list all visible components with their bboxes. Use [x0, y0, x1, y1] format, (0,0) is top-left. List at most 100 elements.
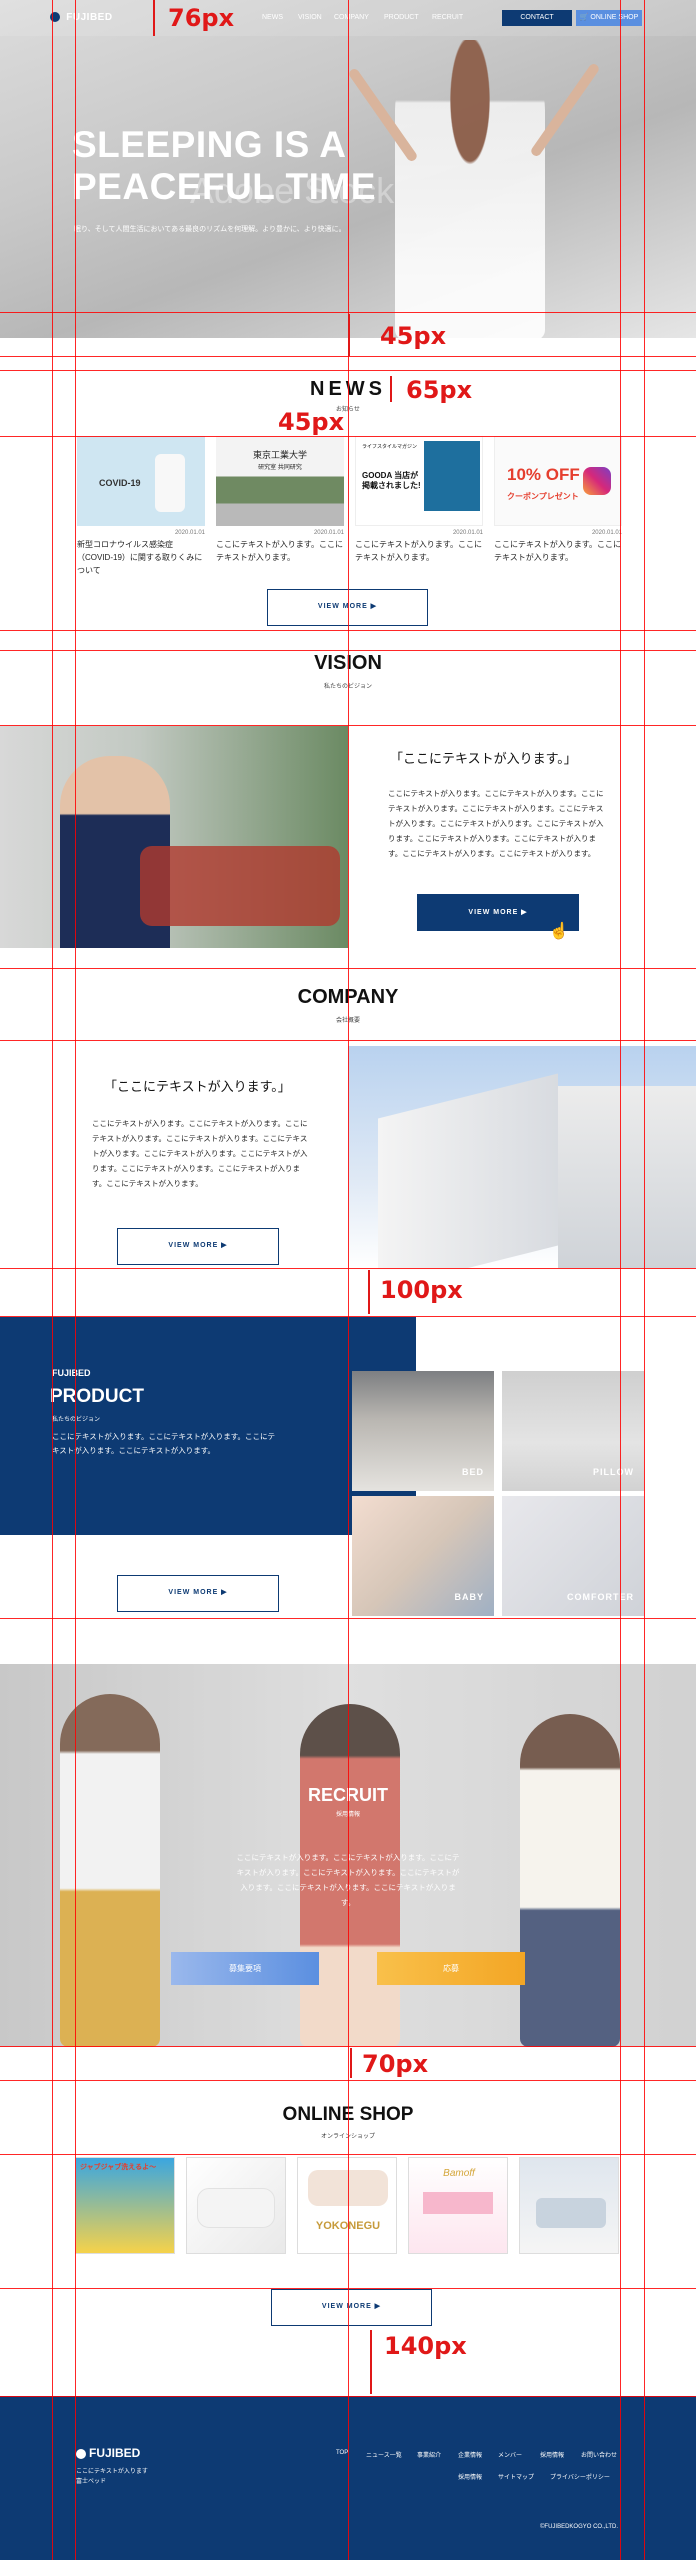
shop-subtitle: オンラインショップ — [320, 2134, 375, 2140]
measure-arrow — [153, 0, 155, 36]
product-view-more-button[interactable]: VIEW MORE ▶ — [117, 1575, 279, 1612]
recruit-apply-button[interactable]: 応募 — [377, 1952, 525, 1985]
company-subtitle: 会社概要 — [335, 1018, 360, 1024]
footer-link-business[interactable]: 事業紹介 — [417, 2450, 441, 2459]
news-card[interactable]: COVID-19 2020.01.01 新型コロナウイルス感染症（COVID-1… — [77, 436, 205, 577]
news-card[interactable]: ライフスタイルマガジン GOODA 当店が掲載されました! 2020.01.01… — [355, 436, 483, 564]
hero-section: Adobe Stock FUJIBED NEWS VISION COMPANY … — [0, 0, 696, 338]
footer-link-top[interactable]: TOP — [336, 2450, 348, 2456]
footer-logo[interactable]: FUJIBED — [76, 2446, 140, 2460]
footer-copyright: ©FUJIBEDKOGYO CO.,LTD. — [540, 2524, 618, 2530]
tile-label: PILLOW — [593, 1467, 634, 1477]
measure-label-65: 65px — [406, 376, 473, 404]
header-logo[interactable]: FUJIBED — [50, 12, 113, 23]
recruit-requirements-button[interactable]: 募集要項 — [171, 1952, 319, 1985]
sanitizer-bottle-image — [155, 454, 185, 512]
news-image: 10% OFF クーポンプレゼント — [494, 436, 622, 526]
shop-item[interactable]: Bamoff — [408, 2157, 508, 2254]
news-card[interactable]: 東京工業大学 研究室 共同研究 2020.01.01 ここにテキストが入ります。… — [216, 436, 344, 564]
footer-link-news[interactable]: ニュース一覧 — [366, 2450, 402, 2459]
news-view-more-button[interactable]: VIEW MORE ▶ — [267, 589, 428, 626]
guide-line-horizontal — [0, 2154, 696, 2155]
measure-label-140: 140px — [384, 2332, 467, 2360]
product-tile-bed[interactable]: BED — [352, 1371, 494, 1491]
measure-label-76: 76px — [168, 4, 235, 32]
footer-link-members[interactable]: メンバー — [498, 2450, 522, 2459]
shop-item[interactable] — [519, 2157, 619, 2254]
footer-tagline: ここにテキストが入ります — [76, 2469, 148, 2475]
measure-arrow — [390, 376, 392, 402]
product-tile-comforter[interactable]: COMFORTER — [502, 1496, 644, 1616]
news-card[interactable]: 10% OFF クーポンプレゼント 2020.01.01 ここにテキストが入りま… — [494, 436, 622, 564]
nav-recruit[interactable]: RECRUIT — [432, 14, 463, 21]
hero-title-line1: SLEEPING IS A — [72, 124, 347, 165]
recruit-title: RECRUIT — [308, 1785, 388, 1805]
contact-button[interactable]: CONTACT — [502, 10, 572, 26]
company-building-photo — [348, 1046, 696, 1268]
news-image-subcaption: クーポンプレゼント — [507, 492, 579, 501]
logo-mark-icon — [50, 12, 60, 23]
footer-link-recruit[interactable]: 採用情報 — [540, 2450, 564, 2459]
hero-title: SLEEPING IS A PEACEFUL TIME — [72, 124, 376, 208]
news-image-caption: ライフスタイルマガジン — [362, 444, 418, 450]
vision-quote: 「ここにテキストが入ります。」 — [390, 751, 577, 766]
nav-news[interactable]: NEWS — [262, 14, 283, 21]
footer-link-recruit-2[interactable]: 採用情報 — [458, 2472, 482, 2481]
footer-logo-mark-icon — [76, 2448, 86, 2459]
recruit-subtitle: 採用情報 — [335, 1812, 360, 1818]
news-date: 2020.01.01 — [591, 530, 622, 536]
guide-line-horizontal — [0, 356, 696, 357]
sofa-image — [140, 846, 340, 926]
nav-product[interactable]: PRODUCT — [384, 14, 419, 21]
footer-logo-text: FUJIBED — [89, 2446, 141, 2460]
shop-item[interactable] — [186, 2157, 286, 2254]
news-text: ここにテキストが入ります。ここにテキストが入ります。 — [494, 540, 621, 562]
news-image: 東京工業大学 研究室 共同研究 — [216, 436, 344, 526]
guide-line-horizontal — [0, 968, 696, 969]
measure-label-100: 100px — [380, 1276, 463, 1304]
product-logo: FUJIBED — [52, 1368, 91, 1378]
shop-view-more-button[interactable]: VIEW MORE ▶ — [271, 2289, 432, 2326]
tile-label: BABY — [454, 1592, 484, 1602]
news-text: 新型コロナウイルス感染症（COVID-19）に関する取りくみについて — [77, 540, 203, 575]
shop-item-caption: YOKONEGU — [315, 2220, 381, 2232]
shop-title: ONLINE SHOP — [282, 2104, 414, 2125]
recruit-section: RECRUIT 採用情報 ここにテキストが入ります。ここにテキストが入ります。こ… — [0, 1664, 696, 2047]
nav-vision[interactable]: VISION — [298, 14, 322, 21]
guide-line-horizontal — [0, 650, 696, 651]
company-view-more-button[interactable]: VIEW MORE ▶ — [117, 1228, 279, 1265]
news-title: NEWS — [310, 378, 386, 400]
vision-title: VISION — [314, 652, 382, 674]
news-image-caption: COVID-19 — [99, 478, 141, 488]
shop-item[interactable]: YOKONEGU — [297, 2157, 397, 2254]
news-text: ここにテキストが入ります。ここにテキストが入ります。 — [355, 540, 482, 562]
product-tile-baby[interactable]: BABY — [352, 1496, 494, 1616]
footer-link-sitemap[interactable]: サイトマップ — [498, 2472, 534, 2481]
vision-body: ここにテキストが入ります。ここにテキストが入ります。ここにテキストが入ります。こ… — [388, 789, 604, 858]
product-body: ここにテキストが入ります。ここにテキストが入ります。ここにテキストが入ります。こ… — [52, 1432, 276, 1455]
footer-tagline-2: 富士ベッド — [76, 2479, 107, 2485]
shop-item[interactable]: ジャブジャブ洗えるよ～ — [75, 2157, 175, 2254]
news-date: 2020.01.01 — [174, 530, 205, 536]
magazine-cover-image — [424, 441, 480, 511]
news-image-caption: 東京工業大学 — [252, 450, 307, 460]
building-image — [378, 1073, 558, 1268]
shop-item-caption: Bamoff — [443, 2168, 475, 2179]
measure-arrow — [370, 2330, 372, 2394]
news-date: 2020.01.01 — [313, 530, 344, 536]
guide-line-horizontal — [0, 630, 696, 631]
cart-icon: 🛒 — [579, 14, 591, 21]
footer-link-company[interactable]: 企業情報 — [458, 2450, 482, 2459]
guide-line-horizontal — [0, 1618, 696, 1619]
footer-link-privacy[interactable]: プライバシーポリシー — [550, 2472, 610, 2481]
company-title: COMPANY — [297, 986, 399, 1008]
online-shop-button[interactable]: 🛒 ONLINE SHOP — [576, 10, 642, 26]
nav-company[interactable]: COMPANY — [334, 14, 369, 21]
footer-link-contact[interactable]: お問い合わせ — [581, 2450, 617, 2459]
pillow-product-image — [197, 2188, 275, 2228]
measure-label-45-a: 45px — [380, 322, 447, 350]
instagram-icon — [583, 467, 611, 495]
guide-line-horizontal — [0, 370, 696, 371]
shop-item-caption: ジャブジャブ洗えるよ～ — [80, 2164, 157, 2171]
product-tile-pillow[interactable]: PILLOW — [502, 1371, 644, 1491]
